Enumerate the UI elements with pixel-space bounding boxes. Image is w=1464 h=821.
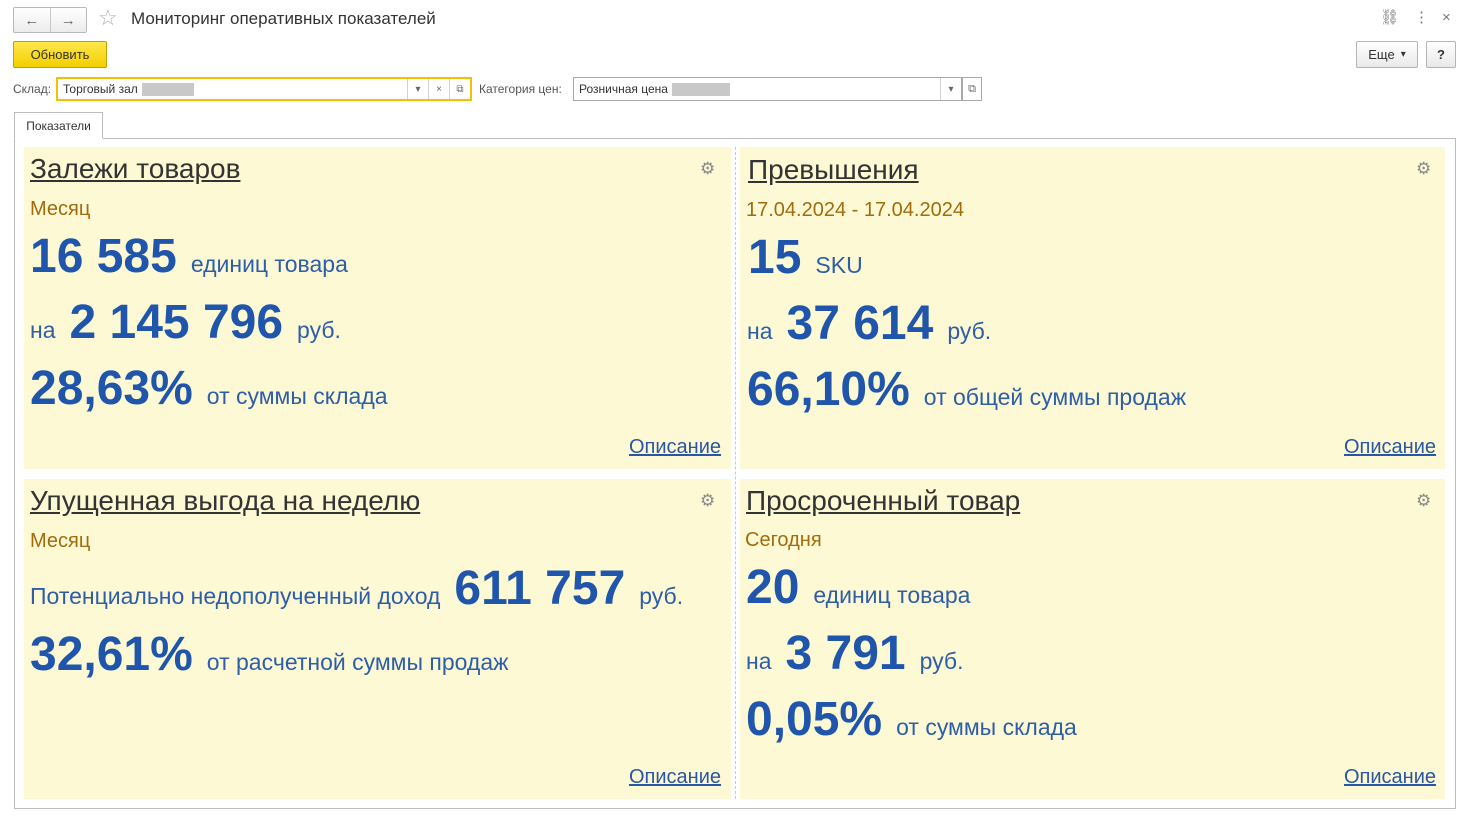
card-period: Сегодня (745, 529, 822, 551)
card-period: Месяц (30, 198, 91, 220)
income-value: 611 757 (454, 562, 626, 615)
card-title[interactable]: Упущенная выгода на неделю (30, 485, 420, 517)
qty-unit: единиц товара (813, 582, 971, 608)
back-icon[interactable]: ← (14, 8, 50, 32)
description-link[interactable]: Описание (629, 766, 721, 789)
sum-unit: руб. (297, 317, 341, 343)
qty-value: 15 (748, 231, 802, 284)
page-title: Мониторинг оперативных показателей (131, 9, 436, 28)
help-button[interactable]: ? (1426, 41, 1456, 68)
star-icon[interactable]: ☆ (98, 6, 118, 30)
income-line: Потенциально недополученный доход 611 75… (30, 561, 683, 616)
sum-value: 2 145 796 (69, 296, 284, 349)
open-form-icon[interactable]: ⧉ (962, 77, 982, 101)
gear-icon[interactable]: ⚙ (1416, 159, 1431, 179)
sum-prefix: на (746, 648, 772, 674)
pct-value: 28,63% (30, 362, 193, 415)
sum-line: на 3 791 руб. (746, 626, 963, 681)
card-period: Месяц (30, 530, 91, 552)
description-link[interactable]: Описание (1344, 766, 1436, 789)
pct-line: 32,61% от расчетной суммы продаж (30, 627, 509, 682)
refresh-button[interactable]: Обновить (13, 41, 107, 68)
card-divider (735, 147, 736, 799)
navigation-group: ← → (13, 7, 87, 33)
sum-line: на 2 145 796 руб. (30, 295, 341, 350)
card-title[interactable]: Залежи товаров (30, 153, 240, 185)
open-form-icon[interactable]: ⧉ (449, 79, 470, 99)
sum-line: на 37 614 руб. (747, 296, 991, 351)
qty-unit: SKU (815, 252, 863, 278)
redacted-block (671, 82, 730, 96)
forward-icon[interactable]: → (49, 8, 87, 32)
warehouse-label: Склад: (13, 82, 52, 96)
clear-icon[interactable]: × (428, 79, 449, 99)
more-button[interactable]: Еще ▾ (1356, 41, 1418, 68)
qty-value: 16 585 (30, 230, 177, 283)
warehouse-field-text: Торговый зал (63, 82, 138, 96)
card-period: 17.04.2024 - 17.04.2024 (746, 199, 964, 221)
pct-text: от суммы склада (206, 383, 388, 409)
card-excess: Превышения ⚙ 17.04.2024 - 17.04.2024 15 … (740, 147, 1445, 469)
pct-value: 0,05% (746, 693, 883, 746)
tab-indicators[interactable]: Показатели (14, 112, 103, 139)
chevron-down-icon[interactable]: ▾ (407, 79, 428, 99)
pct-value: 66,10% (747, 363, 910, 416)
more-menu-icon[interactable]: ⋮ (1414, 9, 1429, 27)
gear-icon[interactable]: ⚙ (700, 491, 715, 511)
qty-line: 20 единиц товара (746, 560, 970, 615)
sum-unit: руб. (919, 648, 964, 674)
pct-text: от расчетной суммы продаж (206, 649, 509, 675)
description-link[interactable]: Описание (1344, 436, 1436, 459)
income-prefix: Потенциально недополученный доход (30, 583, 441, 609)
price-category-field-value[interactable]: Розничная цена (574, 82, 940, 96)
pct-text: от общей суммы продаж (923, 384, 1187, 410)
warehouse-field[interactable]: Торговый зал ▾ × ⧉ (56, 77, 472, 101)
price-category-field-text: Розничная цена (579, 82, 668, 96)
sum-prefix: на (30, 317, 56, 343)
card-title[interactable]: Просроченный товар (746, 485, 1020, 517)
redacted-block (141, 82, 194, 96)
card-lost-profit: Упущенная выгода на неделю ⚙ Месяц Потен… (24, 479, 731, 799)
warehouse-field-value[interactable]: Торговый зал (58, 82, 407, 96)
pct-line: 0,05% от суммы склада (746, 692, 1077, 747)
chevron-down-icon: ▾ (1400, 49, 1406, 60)
link-icon[interactable]: ⛓ (1380, 9, 1399, 27)
pct-line: 28,63% от суммы склада (30, 361, 388, 416)
qty-line: 16 585 единиц товара (30, 229, 348, 284)
income-unit: руб. (639, 583, 684, 609)
pct-value: 32,61% (30, 628, 193, 681)
gear-icon[interactable]: ⚙ (700, 159, 715, 179)
price-category-label: Категория цен: (479, 82, 562, 96)
sum-prefix: на (747, 318, 773, 344)
title-bar: ← → ☆ Мониторинг оперативных показателей… (0, 0, 1464, 38)
chevron-down-icon[interactable]: ▾ (940, 78, 961, 100)
pct-line: 66,10% от общей суммы продаж (747, 362, 1186, 417)
card-title[interactable]: Превышения (748, 154, 919, 186)
qty-unit: единиц товара (190, 251, 348, 277)
gear-icon[interactable]: ⚙ (1416, 491, 1431, 511)
price-category-field[interactable]: Розничная цена ▾ (573, 77, 962, 101)
sum-value: 37 614 (786, 297, 934, 350)
qty-value: 20 (746, 561, 800, 614)
more-button-label: Еще (1368, 47, 1395, 62)
card-expired-goods: Просроченный товар ⚙ Сегодня 20 единиц т… (740, 479, 1445, 799)
description-link[interactable]: Описание (629, 436, 721, 459)
sum-value: 3 791 (785, 627, 906, 680)
pct-text: от суммы склада (896, 714, 1077, 740)
card-stale-goods: Залежи товаров ⚙ Месяц 16 585 единиц тов… (24, 147, 731, 469)
close-icon[interactable]: × (1442, 9, 1451, 27)
sum-unit: руб. (947, 318, 992, 344)
qty-line: 15 SKU (748, 230, 863, 285)
